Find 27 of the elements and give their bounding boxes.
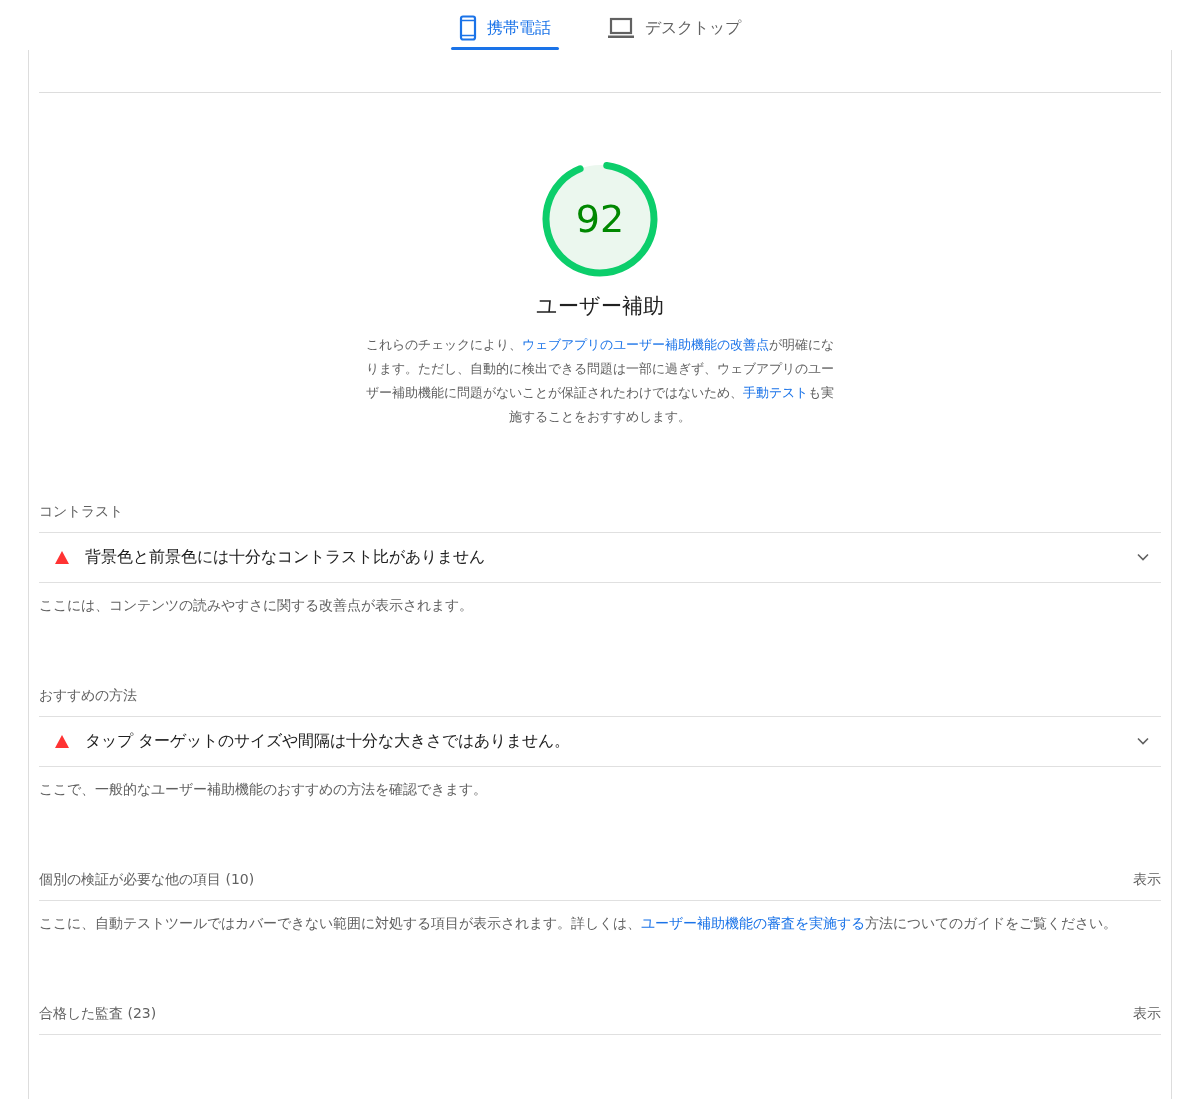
audit-title: タップ ターゲットのサイズや間隔は十分な大きさではありません。 — [85, 730, 572, 752]
group-title: おすすめの方法 — [39, 685, 137, 705]
tab[interactable]: 携帯電話 — [455, 0, 555, 50]
category-description: これらのチェックにより、ウェブアプリのユーザー補助機能の改善点が明確になります。ただし、自動的に検出できる問題は一部に過ぎず、ウェブアプリのユーザー補助機能に問題がないことが保証されたわけではないため、手動テスト も実施することをおすすめします。 — [365, 335, 835, 426]
category-title: ユーザー補助 — [536, 293, 664, 320]
tab[interactable]: デスクトップ — [603, 0, 745, 50]
audit-row[interactable]: タップ ターゲットのサイズや間隔は十分な大きさではありません。 — [39, 716, 1161, 767]
audit-title: 背景色と前景色には十分なコントラスト比がありません — [85, 546, 486, 568]
link[interactable]: ユーザー補助機能の審査を実施する — [641, 914, 865, 931]
laptop-icon — [607, 17, 635, 39]
chevron-icon[interactable] — [1137, 553, 1149, 561]
group-description: ここには、コンテンツの読みやすさに関する改善点が表示されます。 — [39, 595, 474, 615]
group-title: コントラスト — [39, 501, 123, 521]
warning-triangle-icon — [55, 550, 69, 564]
show-toggle[interactable]: 表示 — [1133, 868, 1161, 890]
chevron-icon[interactable] — [1137, 737, 1149, 745]
show-toggle[interactable]: 表示 — [1133, 1002, 1161, 1024]
audit-row[interactable]: 背景色と前景色には十分なコントラスト比がありません — [39, 532, 1161, 583]
warning-triangle-icon — [55, 734, 69, 748]
link[interactable]: ウェブアプリのユーザー補助機能の改善点 — [522, 336, 769, 352]
score-value: 92 — [575, 200, 625, 238]
group-description: ここに、自動テストツールではカバーできない範囲に対処する項目が表示されます。詳しくは、ユーザー補助機能の審査を実施する方法についてのガイドをご覧ください。 — [39, 913, 1118, 933]
group-title: 合格した監査 (23) — [39, 1003, 157, 1023]
link[interactable]: 手動テスト — [743, 384, 808, 400]
group-description: ここで、一般的なユーザー補助機能のおすすめの方法を確認できます。 — [39, 779, 488, 799]
group-title: 個別の検証が必要な他の項目 (10) — [39, 869, 255, 889]
phone-icon — [459, 15, 477, 41]
